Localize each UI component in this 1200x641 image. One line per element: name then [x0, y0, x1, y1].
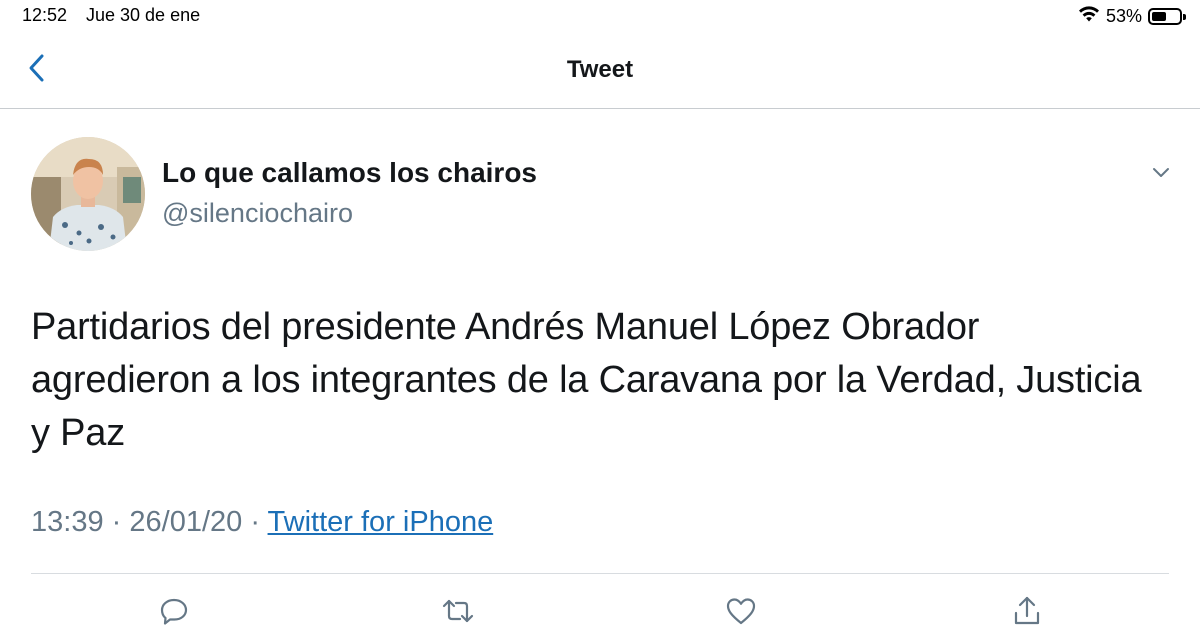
reply-icon: [159, 596, 189, 631]
status-indicators: 53%: [1078, 4, 1186, 28]
status-bar: 12:52 Jue 30 de ene 53%: [0, 0, 1200, 32]
like-icon: [725, 596, 757, 631]
tweet-source-link[interactable]: Twitter for iPhone: [268, 506, 494, 538]
divider: [31, 573, 1169, 574]
share-icon: [1012, 595, 1042, 632]
tweet-options-button[interactable]: [1146, 160, 1176, 190]
battery-percent: 53%: [1105, 5, 1142, 26]
tweet-time: 13:39: [31, 506, 104, 538]
retweet-button[interactable]: [441, 596, 475, 630]
tweet-meta: 13:39 · 26/01/20 · Twitter for iPhone: [31, 506, 493, 539]
meta-separator: ·: [250, 506, 260, 538]
meta-separator: ·: [111, 506, 122, 538]
tweet-detail-screen: 12:52 Jue 30 de ene 53% Tweet Lo que cal…: [0, 0, 1200, 641]
status-date: Jue 30 de ene: [86, 5, 201, 25]
avatar[interactable]: [31, 137, 145, 251]
share-button[interactable]: [1010, 596, 1044, 630]
battery-icon: [1148, 7, 1186, 25]
battery-level-fill: [1152, 11, 1166, 21]
wifi-icon: [1078, 5, 1100, 28]
page-title: Tweet: [566, 56, 634, 83]
reply-button[interactable]: [157, 596, 191, 630]
chevron-down-icon: [1152, 166, 1170, 184]
like-button[interactable]: [724, 596, 758, 630]
retweet-icon: [441, 596, 475, 631]
author-handle[interactable]: @silenciochairo: [162, 198, 353, 229]
nav-bar: Tweet: [0, 32, 1200, 109]
tweet-text: Partidarios del presidente Andrés Manuel…: [31, 306, 1142, 454]
status-time: 12:52: [22, 5, 68, 25]
author-name[interactable]: Lo que callamos los chairos: [162, 157, 537, 189]
tweet-date: 26/01/20: [129, 506, 243, 538]
